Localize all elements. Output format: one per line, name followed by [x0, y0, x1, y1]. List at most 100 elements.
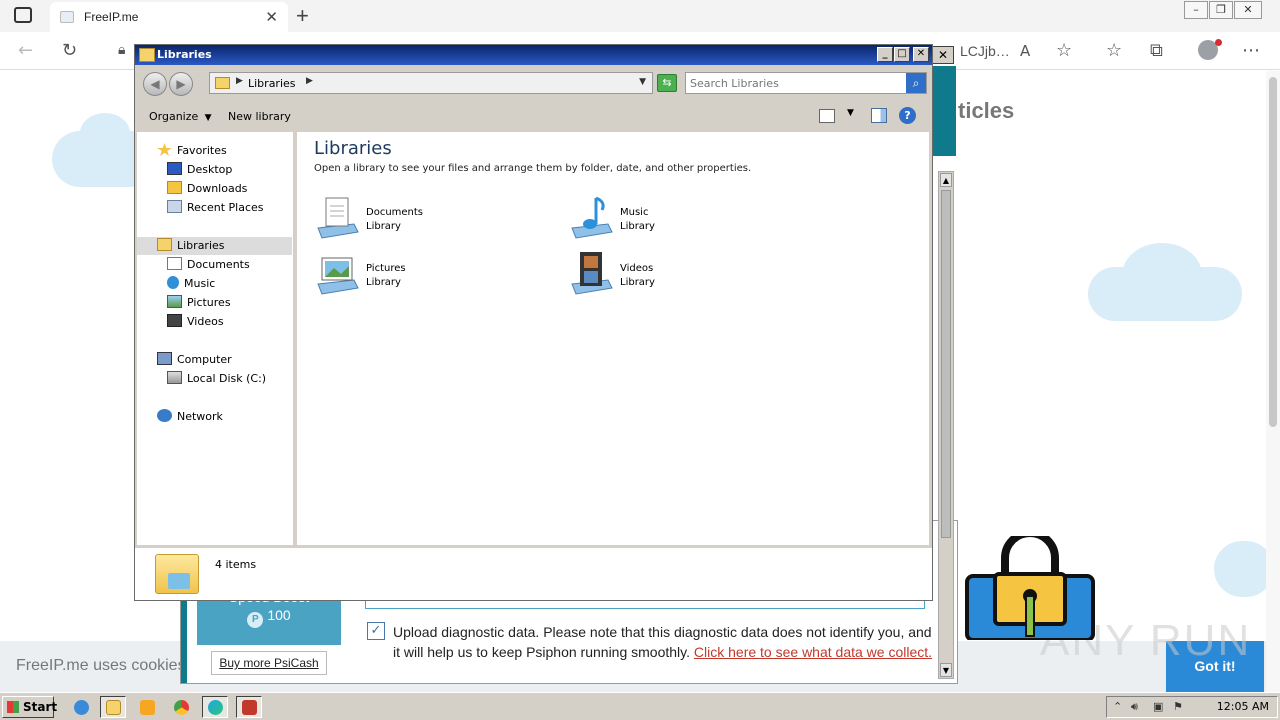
- nav-favorites[interactable]: Favorites: [157, 142, 227, 160]
- library-pictures[interactable]: Pictures Library: [314, 250, 544, 300]
- taskbar-chrome[interactable]: [168, 696, 194, 718]
- speed-boost-amount: 100: [267, 607, 291, 623]
- change-view-icon[interactable]: [819, 109, 835, 123]
- psicash-icon: P: [247, 612, 264, 628]
- nav-libraries[interactable]: Libraries: [137, 237, 292, 255]
- library-videos[interactable]: Videos Library: [568, 250, 798, 300]
- profile-avatar[interactable]: [1198, 39, 1222, 60]
- explorer-close-button[interactable]: ✕: [913, 47, 929, 62]
- library-label: Videos Library: [620, 262, 655, 290]
- diagnostic-data-link[interactable]: Click here to see what data we collect.: [694, 644, 932, 660]
- browser-restore-button[interactable]: ❐: [1209, 1, 1233, 19]
- search-icon[interactable]: ⌕: [906, 73, 926, 93]
- reload-icon[interactable]: ↻: [62, 40, 77, 61]
- browser-minimize-button[interactable]: –: [1184, 1, 1208, 19]
- search-box[interactable]: ⌕: [685, 72, 927, 94]
- nav-label: Favorites: [177, 144, 227, 157]
- taskbar-explorer[interactable]: [100, 696, 126, 718]
- library-type: Library: [366, 221, 401, 232]
- browser-tab[interactable]: FreeIP.me ✕: [50, 2, 288, 32]
- explorer-titlebar[interactable]: Libraries _ □ ✕: [135, 45, 932, 65]
- taskbar-psiphon[interactable]: [236, 696, 262, 718]
- address-dropdown-icon[interactable]: ▼: [639, 77, 646, 87]
- clock[interactable]: 12:05 AM: [1217, 700, 1269, 713]
- nav-documents[interactable]: Documents: [167, 256, 250, 274]
- back-button[interactable]: ◀: [143, 72, 167, 96]
- nav-network[interactable]: Network: [157, 408, 223, 426]
- organize-button[interactable]: Organize ▼: [149, 110, 212, 123]
- navigation-pane: Favorites Desktop Downloads Recent Place…: [137, 132, 294, 545]
- search-input[interactable]: [690, 75, 900, 91]
- breadcrumb-libraries[interactable]: Libraries: [248, 77, 296, 90]
- scroll-up-icon[interactable]: ▲: [940, 173, 952, 187]
- content-description: Open a library to see your files and arr…: [314, 163, 752, 174]
- psiphon-close-button[interactable]: ✕: [932, 46, 954, 64]
- library-music[interactable]: Music Library: [568, 194, 798, 244]
- library-type: Library: [620, 221, 655, 232]
- nav-recent-places[interactable]: Recent Places: [167, 199, 264, 217]
- breadcrumb-arrow-icon[interactable]: ▶: [236, 76, 243, 86]
- libraries-title-icon: [139, 48, 155, 62]
- page-scrollbar[interactable]: [1266, 71, 1280, 692]
- nav-music[interactable]: Music: [167, 275, 215, 293]
- scroll-thumb[interactable]: [941, 190, 951, 538]
- add-favorite-icon[interactable]: ☆: [1056, 40, 1072, 61]
- tab-actions-icon[interactable]: [14, 7, 32, 23]
- nav-pictures[interactable]: Pictures: [167, 294, 231, 312]
- new-tab-button[interactable]: +: [296, 3, 309, 29]
- nav-videos[interactable]: Videos: [167, 313, 224, 331]
- explorer-body: Favorites Desktop Downloads Recent Place…: [135, 132, 932, 546]
- browser-close-button[interactable]: ✕: [1234, 1, 1262, 19]
- more-menu-icon[interactable]: ⋯: [1242, 40, 1260, 61]
- nav-label: Libraries: [177, 239, 225, 252]
- nav-downloads[interactable]: Downloads: [167, 180, 247, 198]
- volume-icon[interactable]: 🔊︎: [1131, 700, 1138, 714]
- padlock-illustration: [965, 536, 1095, 640]
- taskbar-media-player[interactable]: [134, 696, 160, 718]
- action-center-flag-icon[interactable]: ⚑: [1173, 700, 1183, 713]
- tray-expand-icon[interactable]: ⌃: [1113, 700, 1122, 713]
- diagnostic-text: Upload diagnostic data. Please note that…: [393, 622, 933, 662]
- address-bar[interactable]: ▶ Libraries ▶ ▼: [209, 72, 653, 94]
- view-dropdown-icon[interactable]: ▼: [847, 108, 854, 118]
- library-documents[interactable]: Documents Library: [314, 194, 544, 244]
- scroll-down-icon[interactable]: ▼: [940, 663, 952, 677]
- nav-label: Downloads: [187, 182, 248, 195]
- new-library-button[interactable]: New library: [228, 110, 291, 123]
- start-button[interactable]: Start: [2, 696, 57, 718]
- favorites-icon[interactable]: ☆: [1106, 40, 1122, 61]
- breadcrumb-arrow-icon[interactable]: ▶: [306, 76, 313, 86]
- read-aloud-icon[interactable]: A: [1020, 42, 1030, 60]
- address-url-text[interactable]: LCJjb…: [960, 43, 1010, 59]
- nav-label: Local Disk (C:): [187, 372, 267, 385]
- organize-label: Organize: [149, 110, 199, 123]
- nav-computer[interactable]: Computer: [157, 351, 232, 369]
- preview-pane-icon[interactable]: [871, 108, 887, 123]
- lock-icon[interactable]: 🔒︎: [118, 42, 125, 58]
- documents-library-icon: [317, 197, 359, 239]
- nav-label: Network: [177, 410, 223, 423]
- tab-close-icon[interactable]: ✕: [265, 8, 278, 26]
- nav-desktop[interactable]: Desktop: [167, 161, 232, 179]
- nav-local-disk[interactable]: Local Disk (C:): [167, 370, 266, 388]
- collections-icon[interactable]: ⧉: [1150, 40, 1163, 61]
- back-icon[interactable]: ←: [18, 40, 33, 61]
- music-note-icon: [167, 276, 179, 289]
- explorer-minimize-button[interactable]: _: [877, 47, 893, 62]
- page-scroll-thumb[interactable]: [1269, 77, 1277, 427]
- diagnostic-checkbox[interactable]: ✓: [367, 622, 385, 640]
- taskbar-ie[interactable]: [68, 696, 94, 718]
- help-icon[interactable]: ?: [899, 107, 916, 124]
- library-name: Pictures: [366, 263, 406, 274]
- cloud-decoration: [80, 113, 130, 153]
- buy-psicash-button[interactable]: Buy more PsiCash: [211, 651, 327, 675]
- refresh-button[interactable]: ⇆: [657, 74, 677, 92]
- taskbar-edge[interactable]: [202, 696, 228, 718]
- psiphon-scrollbar[interactable]: ▲ ▼: [938, 171, 954, 679]
- explorer-maximize-button[interactable]: □: [894, 47, 910, 62]
- forward-button[interactable]: ▶: [169, 72, 193, 96]
- network-tray-icon[interactable]: ▣: [1153, 700, 1163, 713]
- cloud-decoration: [1122, 243, 1202, 307]
- cloud-decoration: [1214, 541, 1274, 597]
- nav-label: Music: [184, 277, 216, 290]
